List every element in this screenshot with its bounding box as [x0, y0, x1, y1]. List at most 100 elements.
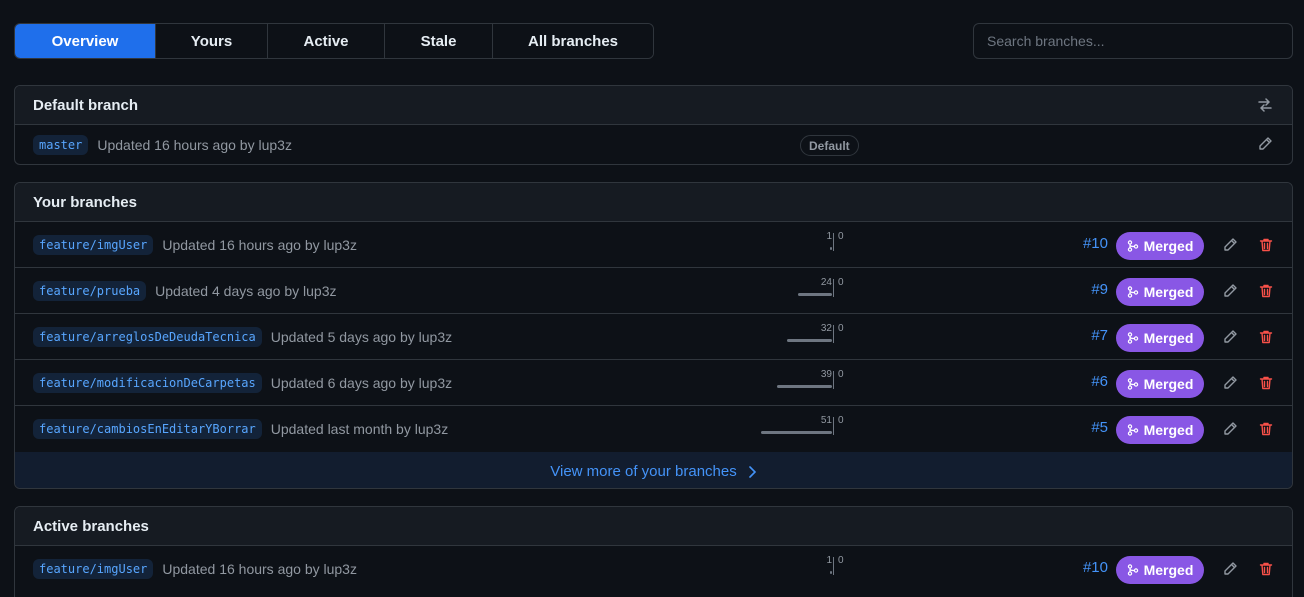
git-merge-icon — [1127, 240, 1138, 252]
git-merge-icon — [1127, 378, 1138, 390]
delete-trash-icon[interactable] — [1255, 558, 1277, 580]
ahead-count: 0 — [838, 277, 844, 288]
merged-status-button[interactable]: Merged — [1116, 278, 1204, 306]
branch-name[interactable]: feature/imgUser — [33, 234, 154, 255]
ahead-behind-graph: 51 0 — [735, 406, 855, 452]
active-branches-header: Active branches — [15, 507, 1292, 546]
ahead-behind-graph: 1 0 — [735, 222, 855, 268]
merged-status-button[interactable]: Merged — [1116, 416, 1204, 444]
pull-request-link[interactable]: #7 — [1091, 327, 1108, 344]
branch-row: feature/prueba Updated 4 days ago by lup… — [15, 268, 1292, 314]
edit-pencil-icon[interactable] — [1219, 372, 1241, 394]
search-branches-input[interactable] — [973, 23, 1293, 59]
pull-request-link[interactable]: #10 — [1083, 235, 1108, 252]
ahead-behind-divider — [833, 279, 834, 297]
section-title: Your branches — [33, 193, 137, 211]
updated-text: Updated 16 hours ago by lup3z — [97, 136, 292, 153]
pull-request-link[interactable]: #10 — [1083, 559, 1108, 576]
active-branches-box: Active branches feature/imgUser Updated … — [14, 506, 1293, 597]
default-badge: Default — [800, 135, 859, 156]
behind-bar — [830, 571, 832, 574]
git-merge-icon — [1127, 286, 1138, 298]
delete-trash-icon[interactable] — [1255, 418, 1277, 440]
branch-name[interactable]: master — [33, 134, 89, 155]
merged-label: Merged — [1143, 422, 1194, 438]
merged-status-button[interactable]: Merged — [1116, 556, 1204, 584]
edit-pencil-icon[interactable] — [1254, 133, 1276, 155]
branch-name[interactable]: feature/modificacionDeCarpetas — [33, 372, 262, 393]
merged-status-button[interactable]: Merged — [1116, 370, 1204, 398]
branch-name[interactable]: feature/imgUser — [33, 559, 154, 579]
ahead-count: 0 — [838, 369, 844, 380]
tab-overview[interactable]: Overview — [15, 24, 156, 58]
merged-label: Merged — [1143, 562, 1194, 578]
behind-count: 24 — [820, 277, 832, 288]
ahead-behind-divider — [833, 557, 834, 575]
updated-text: Updated last month by lup3z — [270, 421, 449, 437]
ahead-behind-divider — [833, 233, 834, 251]
branch-name[interactable]: feature/cambiosEnEditarYBorrar — [33, 419, 262, 439]
your-branches-box: Your branches feature/imgUser Updated 16… — [14, 182, 1293, 489]
behind-bar — [761, 431, 832, 434]
ahead-behind-divider — [833, 417, 834, 435]
merged-status-button[interactable]: Merged — [1116, 324, 1204, 352]
branch-tabs: Overview Yours Active Stale All branches — [14, 23, 654, 59]
branch-row: feature/arreglosDeDeudaTecnica Updated 5… — [15, 314, 1292, 360]
your-branches-header: Your branches — [15, 183, 1292, 222]
behind-count: 1 — [826, 555, 832, 566]
branch-name[interactable]: feature/arreglosDeDeudaTecnica — [33, 326, 262, 347]
ahead-count: 0 — [838, 231, 844, 242]
behind-bar — [798, 293, 832, 296]
merged-label: Merged — [1143, 330, 1194, 346]
pull-request-link[interactable]: #5 — [1091, 419, 1108, 436]
merged-label: Merged — [1143, 238, 1194, 254]
switch-default-branch-icon[interactable] — [1254, 94, 1276, 116]
delete-trash-icon[interactable] — [1255, 280, 1277, 302]
behind-count: 51 — [820, 415, 832, 426]
tab-stale[interactable]: Stale — [385, 24, 493, 58]
branch-name[interactable]: feature/prueba — [33, 280, 147, 301]
git-merge-icon — [1127, 332, 1138, 344]
edit-pencil-icon[interactable] — [1219, 418, 1241, 440]
tab-yours[interactable]: Yours — [156, 24, 268, 58]
tab-all-branches[interactable]: All branches — [493, 24, 653, 58]
ahead-count: 0 — [838, 555, 844, 566]
delete-trash-icon[interactable] — [1255, 234, 1277, 256]
edit-pencil-icon[interactable] — [1219, 326, 1241, 348]
view-more-label: View more of your branches — [550, 463, 737, 480]
git-merge-icon — [1127, 564, 1138, 576]
active-branches-list: feature/imgUser Updated 16 hours ago by … — [15, 546, 1292, 592]
updated-text: Updated 5 days ago by lup3z — [270, 328, 453, 345]
ahead-count: 0 — [838, 323, 844, 334]
behind-count: 39 — [820, 369, 832, 380]
ahead-behind-graph: 1 0 — [735, 546, 855, 592]
merged-status-button[interactable]: Merged — [1116, 232, 1204, 260]
your-branches-list: feature/imgUser Updated 16 hours ago by … — [15, 222, 1292, 452]
ahead-behind-graph: 32 0 — [735, 314, 855, 360]
behind-bar — [830, 247, 832, 250]
chevron-right-icon — [748, 465, 756, 478]
ahead-behind-divider — [833, 325, 834, 343]
branch-row: feature/imgUser Updated 16 hours ago by … — [15, 546, 1292, 592]
updated-text: Updated 16 hours ago by lup3z — [162, 561, 357, 577]
behind-count: 32 — [820, 323, 832, 334]
edit-pencil-icon[interactable] — [1219, 558, 1241, 580]
pull-request-link[interactable]: #9 — [1091, 281, 1108, 298]
default-branch-row: master Updated 16 hours ago by lup3z Def… — [15, 125, 1292, 164]
ahead-behind-divider — [833, 371, 834, 389]
section-title: Active branches — [33, 517, 149, 535]
delete-trash-icon[interactable] — [1255, 326, 1277, 348]
default-branch-header: Default branch — [15, 86, 1292, 125]
ahead-behind-graph: 39 0 — [735, 360, 855, 406]
view-more-branches-link[interactable]: View more of your branches — [15, 452, 1292, 488]
edit-pencil-icon[interactable] — [1219, 280, 1241, 302]
edit-pencil-icon[interactable] — [1219, 234, 1241, 256]
merged-label: Merged — [1143, 284, 1194, 300]
pull-request-link[interactable]: #6 — [1091, 373, 1108, 390]
branch-row: feature/cambiosEnEditarYBorrar Updated l… — [15, 406, 1292, 452]
tab-active[interactable]: Active — [268, 24, 385, 58]
behind-bar — [787, 339, 832, 342]
branch-row: feature/modificacionDeCarpetas Updated 6… — [15, 360, 1292, 406]
ahead-count: 0 — [838, 415, 844, 426]
delete-trash-icon[interactable] — [1255, 372, 1277, 394]
